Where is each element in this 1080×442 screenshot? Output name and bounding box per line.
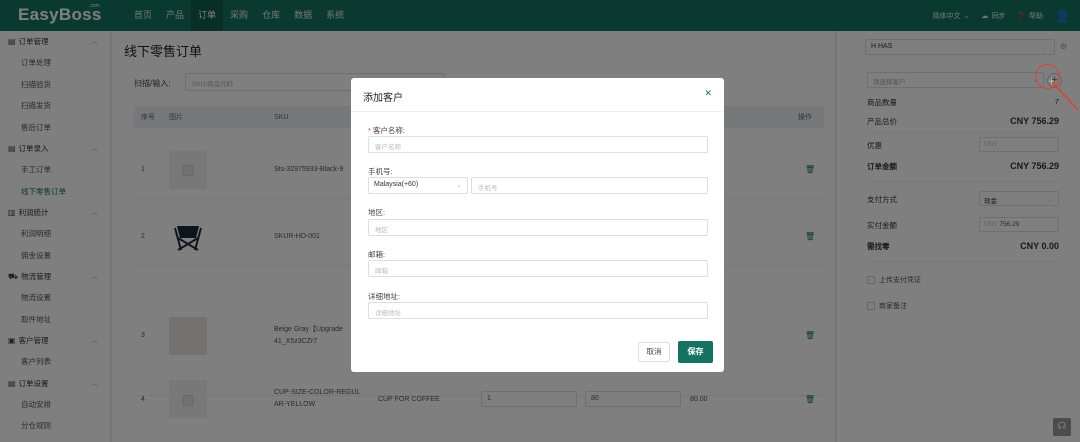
annotation-arrow [1051,81,1079,111]
address-input[interactable]: 详细地址 [368,302,708,319]
dialog-title: 添加客户 [363,93,403,104]
country-code-select[interactable]: Malaysia(+60) ⌄ [368,177,468,194]
region-label: 地区: [368,208,386,217]
email-label: 邮箱: [368,250,386,259]
save-button[interactable]: 保存 [678,341,713,363]
phone-input[interactable]: 手机号 [471,177,708,194]
email-input[interactable]: 邮箱 [368,260,708,277]
chevron-down-icon: ⌄ [456,182,462,189]
close-icon[interactable]: ✕ [704,88,712,99]
required-mark: * [368,126,371,135]
divider [351,111,724,112]
phone-label: 手机号: [368,167,393,176]
address-label: 详细地址: [368,292,401,301]
country-code-value: Malaysia(+60) [374,181,419,188]
region-input[interactable]: 地区 [368,219,708,236]
cancel-button[interactable]: 取消 [638,342,670,362]
customer-name-label-text: 客户名称: [372,126,406,135]
add-customer-dialog: 添加客户 ✕ * 客户名称: 客户名称 手机号: Malaysia(+60) ⌄ 手… [351,78,724,372]
customer-name-input[interactable]: 客户名称 [368,136,708,153]
customer-name-label: * 客户名称: [368,125,405,136]
